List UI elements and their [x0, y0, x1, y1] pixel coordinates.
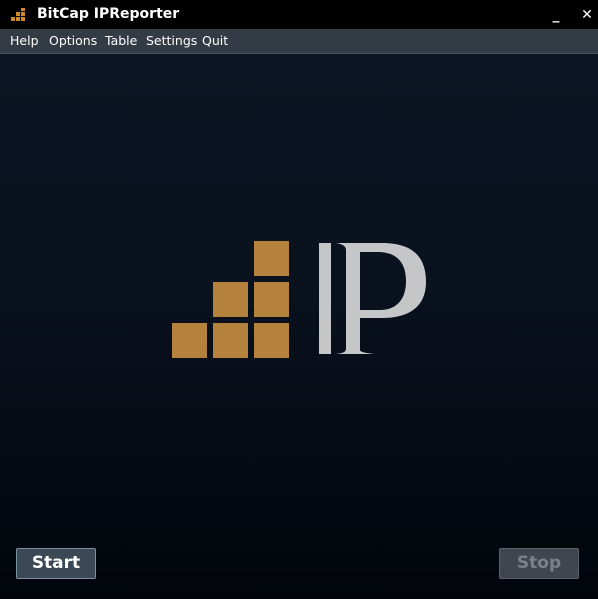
menu-settings[interactable]: Settings: [146, 33, 197, 49]
menu-quit[interactable]: Quit: [202, 33, 228, 49]
logo-block: [213, 323, 248, 358]
ipreporter-logo: [172, 241, 426, 358]
logo-ip-letters: [319, 243, 426, 354]
menu-table[interactable]: Table: [105, 33, 137, 49]
app-window: BitCap IPReporter _ ✕ Help Options Table…: [0, 0, 598, 599]
logo-block: [254, 282, 289, 317]
title-bar[interactable]: BitCap IPReporter _ ✕: [0, 0, 598, 29]
start-button[interactable]: Start: [16, 548, 96, 579]
logo-block: [254, 323, 289, 358]
logo-block: [213, 282, 248, 317]
menu-bar: Help Options Table Settings Quit: [0, 29, 598, 54]
menu-help[interactable]: Help: [10, 33, 39, 49]
app-logo-icon: [11, 8, 25, 21]
menu-options[interactable]: Options: [49, 33, 97, 49]
logo-blocks: [172, 241, 289, 358]
logo-block: [254, 241, 289, 276]
logo-block: [172, 323, 207, 358]
window-title: BitCap IPReporter: [37, 6, 180, 22]
close-button[interactable]: ✕: [576, 4, 598, 26]
minimize-button[interactable]: _: [545, 4, 567, 26]
stop-button: Stop: [499, 548, 579, 579]
